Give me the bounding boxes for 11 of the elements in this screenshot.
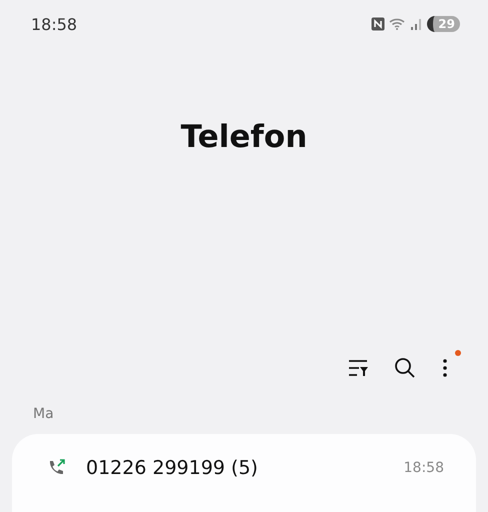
more-options-icon[interactable] <box>442 358 448 378</box>
search-icon[interactable] <box>394 357 416 379</box>
call-time: 18:58 <box>404 460 444 476</box>
page-title: Telefon <box>180 119 308 155</box>
phone-number: 01226 299199 (5) <box>86 457 259 479</box>
status-time: 18:58 <box>31 14 78 34</box>
battery-indicator: 29 <box>427 16 460 32</box>
signal-icon <box>411 17 424 31</box>
filter-icon[interactable] <box>348 359 370 377</box>
section-header: Ma <box>32 405 55 424</box>
nfc-icon <box>371 17 386 31</box>
